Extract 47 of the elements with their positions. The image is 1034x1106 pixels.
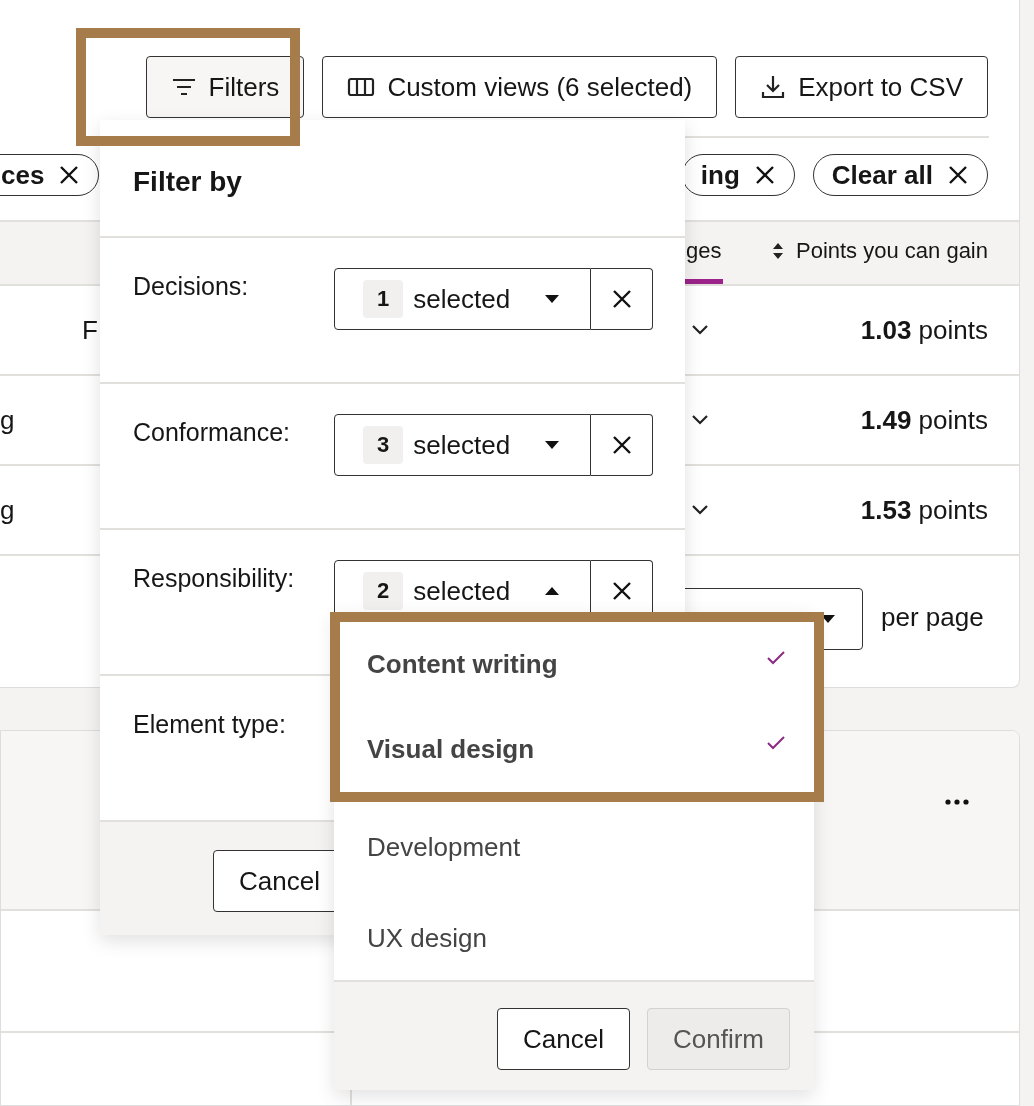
caret-icon — [544, 294, 560, 304]
check-icon — [766, 649, 786, 666]
filter-label: Element type: — [133, 710, 287, 739]
filter-icon — [170, 77, 197, 97]
caret-icon — [544, 440, 560, 450]
count-badge: 2 — [363, 572, 404, 610]
chevron-down-icon[interactable] — [691, 414, 709, 426]
filter-label: Decisions: — [133, 272, 250, 301]
column-header[interactable]: Points you can gain — [771, 222, 988, 284]
filter-label: Conformance: — [133, 418, 292, 447]
clear-button[interactable] — [591, 414, 653, 476]
close-icon — [610, 288, 633, 310]
dropdown-option[interactable]: Visual design — [340, 707, 814, 792]
points-cell: 1.53 points — [860, 494, 988, 526]
check-icon — [766, 734, 786, 751]
toolbar-button[interactable]: Export to CSV — [735, 56, 988, 118]
per-page-label: per page — [881, 602, 984, 633]
columns-icon — [347, 77, 376, 97]
filter-chip[interactable]: ces — [0, 154, 100, 196]
toolbar-button[interactable]: Custom views (6 selected) — [322, 56, 718, 118]
table-cell: g — [0, 494, 15, 525]
close-icon — [947, 164, 969, 186]
dropdown-option[interactable]: Content writing — [340, 622, 814, 707]
filter-label: Responsibility: — [133, 564, 296, 593]
chevron-down-icon[interactable] — [691, 324, 709, 336]
more-icon[interactable] — [945, 799, 969, 805]
caret-icon — [544, 586, 560, 596]
close-icon — [610, 434, 633, 456]
filter-select[interactable]: 3 selected — [334, 414, 591, 476]
download-icon — [760, 74, 787, 100]
panel-title: Filter by — [100, 120, 685, 238]
sort-icon — [771, 241, 784, 260]
close-icon — [610, 580, 633, 602]
clear-button[interactable] — [591, 268, 653, 330]
count-badge: 1 — [363, 280, 404, 318]
table-cell: g — [0, 404, 15, 435]
count-badge: 3 — [363, 426, 404, 464]
points-cell: 1.49 points — [860, 404, 988, 436]
close-icon — [753, 164, 776, 186]
chevron-down-icon[interactable] — [691, 504, 709, 516]
table-cell: F — [82, 314, 98, 345]
dialog-button[interactable]: Cancel — [497, 1008, 630, 1070]
close-icon — [58, 164, 81, 186]
filter-chip[interactable]: Clear all — [812, 154, 988, 196]
points-cell: 1.03 points — [860, 314, 988, 346]
toolbar-button[interactable]: Filters — [145, 56, 305, 118]
filter-select[interactable]: 1 selected — [334, 268, 591, 330]
